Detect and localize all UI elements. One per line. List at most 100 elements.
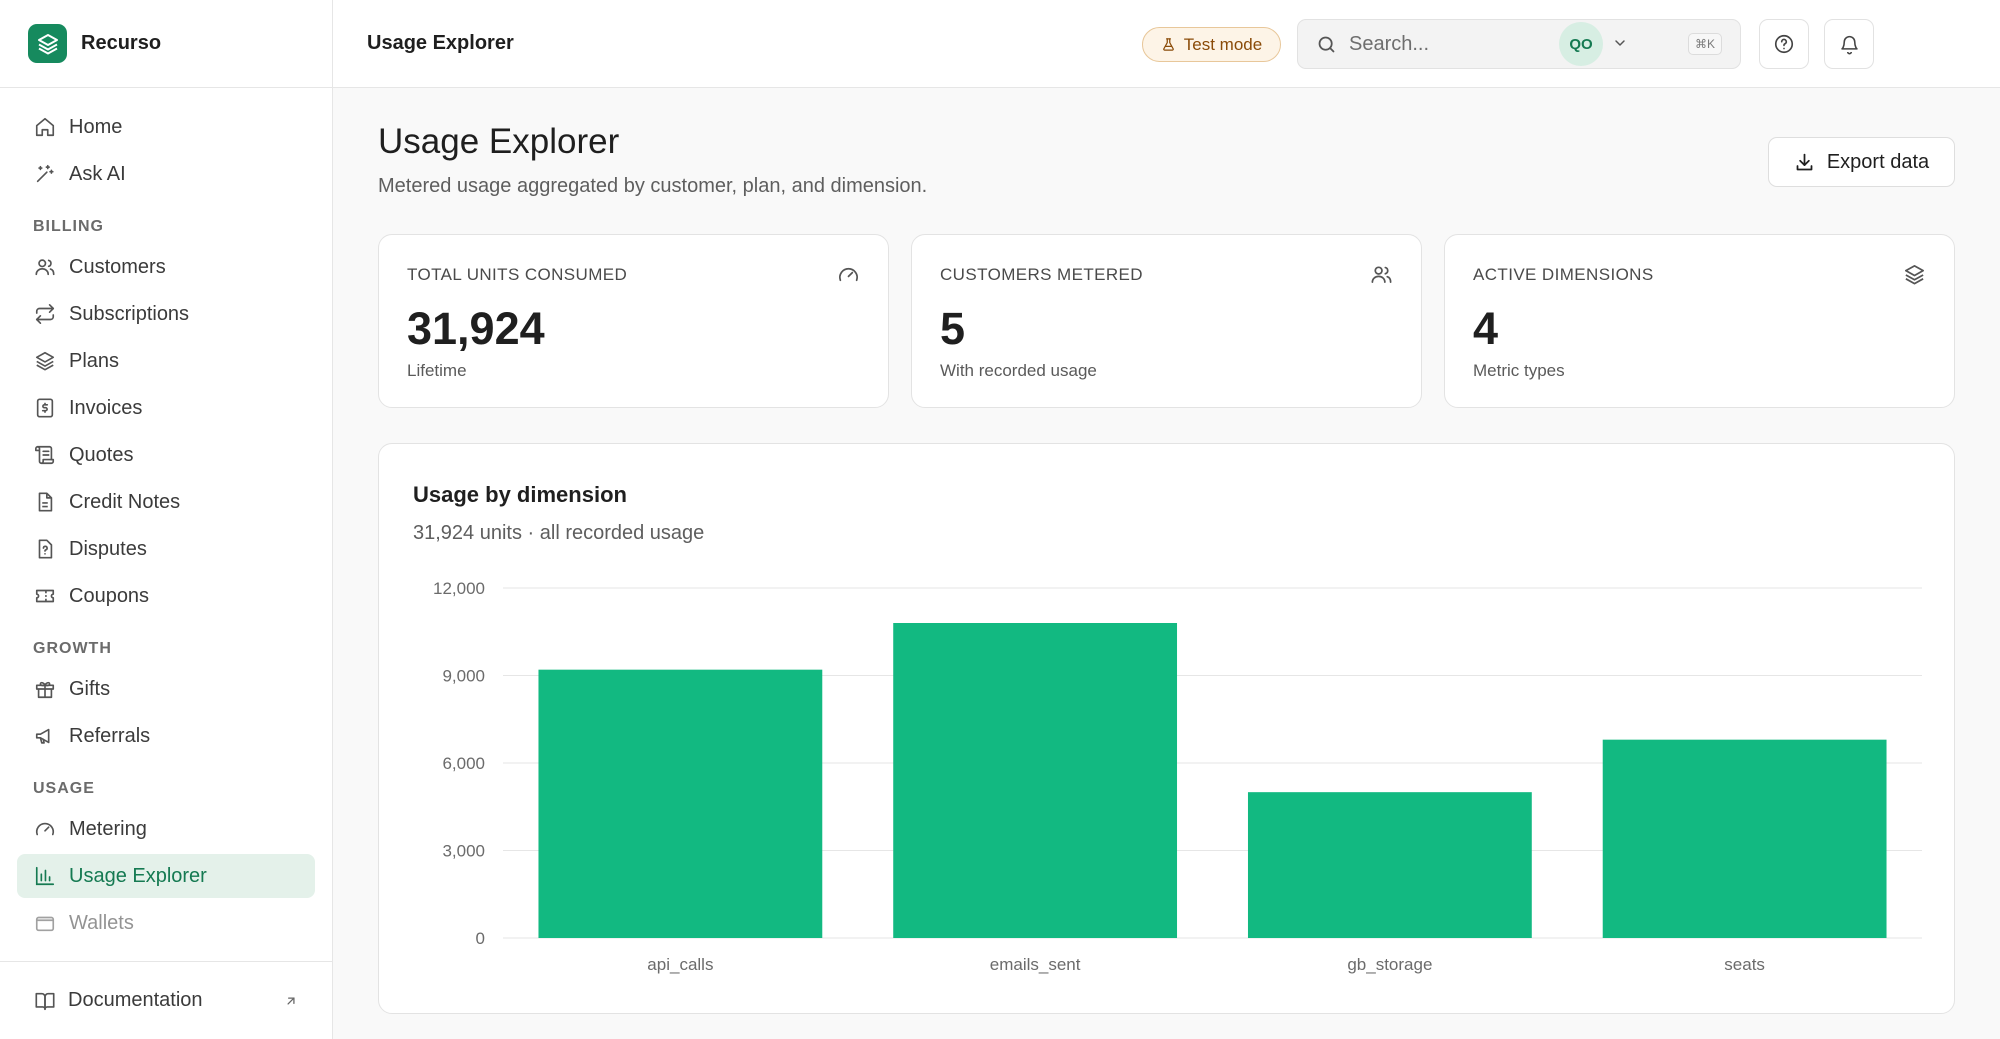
sidebar-item-label: Wallets (69, 911, 134, 934)
sidebar-item-documentation[interactable]: Documentation (0, 961, 332, 1039)
x-tick-label: gb_storage (1347, 955, 1432, 974)
download-icon (1794, 152, 1815, 173)
test-mode-badge[interactable]: Test mode (1142, 27, 1281, 62)
export-data-label: Export data (1826, 150, 1930, 173)
search-shortcut: ⌘K (1687, 33, 1722, 55)
users-icon (1370, 263, 1393, 286)
sidebar-item-label: Coupons (69, 584, 150, 607)
brand-name: Recurso (81, 32, 162, 54)
avatar[interactable]: QO (1559, 22, 1603, 66)
stat-card-active-dimensions: ACTIVE DIMENSIONS 4 Metric types (1444, 234, 1955, 408)
x-tick-label: api_calls (647, 955, 713, 974)
search-icon (1316, 34, 1337, 55)
y-tick-label: 3,000 (442, 842, 485, 861)
sidebar-item-label: Disputes (69, 537, 147, 560)
sidebar-item-coupons[interactable]: Coupons (17, 574, 315, 618)
stat-value: 4 (1473, 303, 1499, 354)
help-circle-icon (1773, 33, 1795, 55)
y-tick-label: 6,000 (442, 754, 485, 773)
external-link-icon (284, 994, 298, 1008)
stat-note: With recorded usage (940, 361, 1097, 380)
scroll-icon (33, 443, 57, 467)
file-icon (33, 490, 57, 514)
documentation-label: Documentation (68, 989, 203, 1011)
sidebar-item-usage-explorer[interactable]: Usage Explorer (17, 854, 315, 898)
usage-by-dimension-card: Usage by dimension 31,924 units · all re… (378, 443, 1955, 1014)
sidebar-item-referrals[interactable]: Referrals (17, 714, 315, 758)
sidebar-item-label: Usage Explorer (69, 864, 207, 887)
sparkles-icon (33, 162, 57, 186)
sidebar-item-metering[interactable]: Metering (17, 807, 315, 851)
layers-icon (1903, 263, 1926, 286)
layers-icon (33, 349, 57, 373)
topbar-title: Usage Explorer (367, 32, 514, 54)
stat-card-customers-metered: CUSTOMERS METERED 5 With recorded usage (911, 234, 1422, 408)
chevron-down-icon[interactable] (1612, 35, 1628, 51)
sidebar-item-label: Subscriptions (69, 302, 190, 325)
sidebar-item-gifts[interactable]: Gifts (17, 667, 315, 711)
export-data-button[interactable]: Export data (1768, 137, 1955, 187)
sidebar-item-credit-notes[interactable]: Credit Notes (17, 480, 315, 524)
stat-label: CUSTOMERS METERED (940, 265, 1143, 284)
y-tick-label: 0 (476, 929, 485, 948)
sidebar-item-label: Credit Notes (69, 490, 181, 513)
sidebar-item-label: Referrals (69, 724, 151, 747)
stat-value: 5 (940, 303, 966, 354)
stat-label: ACTIVE DIMENSIONS (1473, 265, 1654, 284)
stat-value: 31,924 (407, 303, 545, 354)
bar-seats (1602, 739, 1887, 938)
sidebar-item-label: Gifts (69, 677, 111, 700)
nav-section-billing: BILLING (33, 218, 104, 235)
sidebar-item-ask-ai[interactable]: Ask AI (17, 152, 315, 196)
users-icon (33, 255, 57, 279)
sidebar-item-quotes[interactable]: Quotes (17, 433, 315, 477)
wallet-icon (33, 911, 57, 935)
x-tick-label: emails_sent (990, 955, 1081, 974)
notifications-button[interactable] (1824, 19, 1874, 69)
page-subtitle: Metered usage aggregated by customer, pl… (378, 175, 928, 197)
bar-chart-icon (33, 864, 57, 888)
sidebar-item-invoices[interactable]: Invoices (17, 386, 315, 430)
sidebar-item-wallets[interactable]: Wallets (17, 901, 315, 945)
page-title: Usage Explorer (378, 122, 620, 161)
book-icon (34, 990, 56, 1012)
brand-logo-icon (28, 24, 67, 63)
sidebar-item-label: Home (69, 115, 123, 138)
ticket-icon (33, 584, 57, 608)
brand[interactable]: Recurso (0, 0, 332, 88)
bar-api_calls (538, 669, 823, 938)
usage-bar-chart: 0 3,000 6,000 9,000 12,000 api_calls emails_se… (433, 579, 1922, 974)
nav-section-usage: USAGE (33, 780, 95, 797)
bar-emails_sent (893, 623, 1178, 938)
megaphone-icon (33, 724, 57, 748)
flask-icon (1161, 37, 1176, 52)
repeat-icon (33, 302, 57, 326)
sidebar-item-subscriptions[interactable]: Subscriptions (17, 292, 315, 336)
sidebar-item-label: Metering (69, 817, 147, 840)
search-box[interactable]: ⌘K (1297, 19, 1741, 69)
y-tick-label: 9,000 (442, 667, 485, 686)
y-tick-label: 12,000 (433, 579, 485, 598)
nav-section-growth: GROWTH (33, 640, 112, 657)
stat-note: Lifetime (407, 361, 467, 380)
stat-note: Metric types (1473, 361, 1565, 380)
gauge-icon (33, 817, 57, 841)
sidebar-item-label: Ask AI (69, 162, 126, 185)
sidebar: Recurso Home Ask AI BILLING Customers Su… (0, 0, 333, 1039)
gift-icon (33, 677, 57, 701)
topbar: Usage Explorer Test mode ⌘K QO (333, 0, 2000, 88)
sidebar-item-label: Quotes (69, 443, 134, 466)
help-button[interactable] (1759, 19, 1809, 69)
test-mode-label: Test mode (1183, 34, 1263, 54)
stat-card-total-units: TOTAL UNITS CONSUMED 31,924 Lifetime (378, 234, 889, 408)
sidebar-item-disputes[interactable]: Disputes (17, 527, 315, 571)
bell-icon (1839, 34, 1860, 55)
sidebar-nav: Home Ask AI BILLING Customers Subscripti… (0, 88, 332, 961)
sidebar-item-label: Plans (69, 349, 120, 372)
sidebar-item-home[interactable]: Home (17, 105, 315, 149)
sidebar-item-customers[interactable]: Customers (17, 245, 315, 289)
x-tick-label: seats (1724, 955, 1765, 974)
sidebar-item-plans[interactable]: Plans (17, 339, 315, 383)
receipt-dollar-icon (33, 396, 57, 420)
file-question-icon (33, 537, 57, 561)
